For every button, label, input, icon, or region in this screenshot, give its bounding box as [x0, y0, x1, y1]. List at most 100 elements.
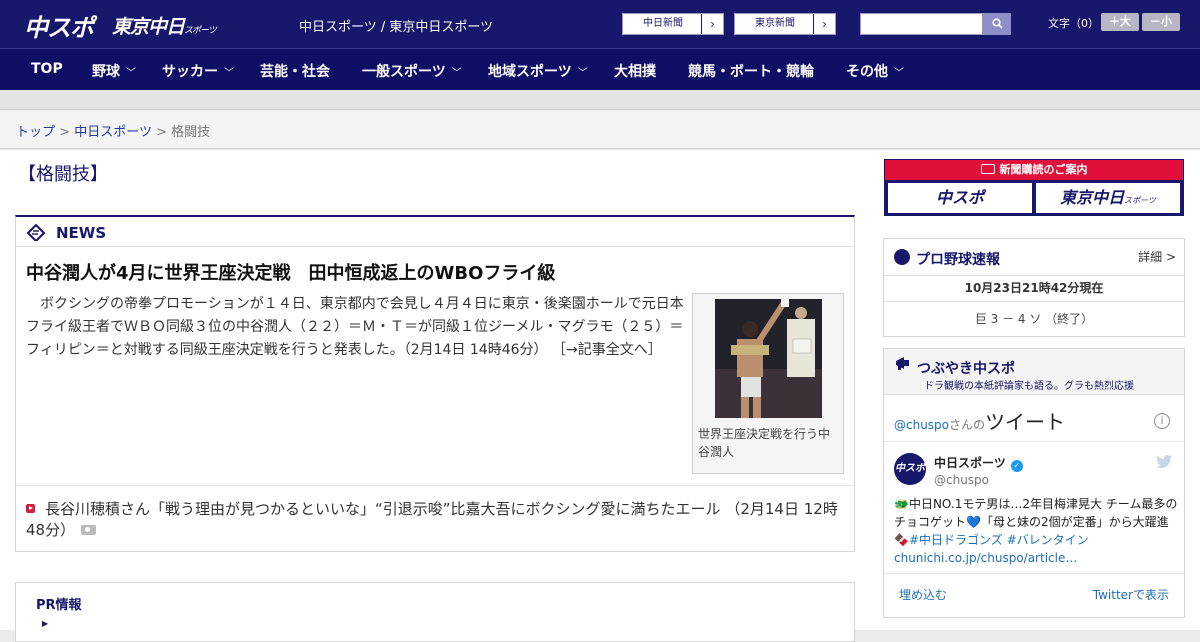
- twitter-subtitle: ドラ観戦の本紙評論家も語る。グラも熱烈応援: [924, 381, 1134, 392]
- tweet-url[interactable]: chunichi.co.jp/chuspo/article…: [894, 551, 1077, 565]
- triangle-right-icon: ▶: [42, 619, 49, 628]
- breadcrumb: トップ > 中日スポーツ > 格闘技: [16, 121, 210, 140]
- baseball-icon: [894, 249, 910, 265]
- nav-label: 芸能・社会: [260, 64, 330, 80]
- handle-suffix: さんの: [949, 418, 986, 432]
- article-photo[interactable]: [715, 299, 822, 418]
- chevron-down-icon: ﹀: [451, 68, 462, 79]
- search-input[interactable]: [860, 13, 983, 35]
- related-article-text: 長谷川穂積さん「戦う理由が見つかるといいな」“引退示唆”比嘉大吾にボクシング愛に…: [45, 500, 721, 518]
- divider: [16, 485, 854, 486]
- nav-label: 大相撲: [614, 64, 656, 80]
- chuspo-logo[interactable]: 中スポ: [24, 8, 94, 43]
- related-article[interactable]: 長谷川穂積さん「戦う理由が見つかるといいな」“引退示唆”比嘉大吾にボクシング愛に…: [26, 499, 846, 541]
- nav-sumo[interactable]: 大相撲: [614, 61, 656, 81]
- twitter-widget: つぶやき中スポ ドラ観戦の本紙評論家も語る。グラも熱烈応援 @chuspoさんの…: [883, 348, 1185, 618]
- bird-shape: [1156, 455, 1172, 468]
- article-title[interactable]: 中谷潤人が4月に世界王座決定戦 田中恒成返上のWBOフライ級: [26, 259, 555, 285]
- chevron-down-icon: ﹀: [577, 68, 588, 79]
- news-header: NEWS: [16, 217, 854, 247]
- breadcrumb-chunichi-sports[interactable]: 中日スポーツ: [74, 125, 152, 140]
- view-on-twitter-link[interactable]: Twitterで表示: [1093, 586, 1169, 603]
- subscribe-chuspo-button[interactable]: 中スポ: [888, 183, 1032, 213]
- twitter-header: つぶやき中スポ ドラ観戦の本紙評論家も語る。グラも熱烈応援: [884, 349, 1184, 395]
- baseball-header: プロ野球速報 詳細 >: [884, 239, 1184, 276]
- divider: [884, 301, 1184, 302]
- avatar[interactable]: 中スポ: [894, 453, 926, 485]
- nav-other[interactable]: その他 ﹀: [846, 61, 904, 81]
- nav-top[interactable]: TOP: [31, 61, 63, 77]
- nav-label: TOP: [31, 61, 63, 77]
- subscription-header-text: 新聞購読のご案内: [999, 163, 1088, 176]
- tokyo-shimbun-button[interactable]: 東京新聞 ›: [734, 13, 836, 35]
- play-bullet-icon: [26, 504, 35, 513]
- breadcrumb-separator: >: [59, 125, 71, 140]
- subscribe-tokyo-small: スポーツ: [1124, 196, 1156, 205]
- pr-title: PR情報: [36, 598, 82, 613]
- embed-link[interactable]: 埋め込む: [899, 586, 947, 603]
- baseball-score-widget: プロ野球速報 詳細 > 10月23日21時42分現在 巨 3 － 4 ソ （終了…: [883, 238, 1185, 337]
- font-larger-button[interactable]: ＋大: [1101, 13, 1139, 31]
- newspaper-icon: [26, 223, 46, 241]
- news-label: NEWS: [56, 224, 107, 242]
- nav-entertainment[interactable]: 芸能・社会: [260, 61, 330, 81]
- chevron-down-icon: ﹀: [894, 68, 904, 79]
- font-smaller-button[interactable]: －小: [1142, 13, 1180, 31]
- chevron-down-icon: ﹀: [126, 68, 136, 79]
- twitter-title: つぶやき中スポ: [917, 361, 1015, 377]
- nav-racing[interactable]: 競馬・ボート・競輪: [688, 61, 814, 81]
- verified-badge-icon: ✓: [1010, 460, 1023, 472]
- subscription-banner[interactable]: 新聞購読のご案内 中スポ 東京中日スポーツ: [884, 159, 1184, 216]
- nav-label: サッカー: [162, 64, 218, 80]
- nav-label: その他: [846, 64, 888, 80]
- subscribe-tokyo-text: 東京中日: [1060, 188, 1125, 207]
- photo-box: 世界王座決定戦を行う中谷潤人: [692, 293, 844, 474]
- nav-general-sports[interactable]: 一般スポーツ ﹀: [362, 61, 462, 81]
- camera-icon: [81, 525, 97, 535]
- tweet-text: 🐲中日NO.1モテ男は…2年目梅津晃大 チーム最多のチョコゲット💙「母と妹の2個…: [894, 495, 1178, 567]
- chevron-right-icon: ›: [813, 14, 835, 34]
- tweets-title: ツイート: [985, 410, 1066, 434]
- chunichi-shimbun-button[interactable]: 中日新聞 ›: [622, 13, 724, 35]
- font-size-label: 文字（0）: [1048, 17, 1099, 30]
- boxer-photo-image: [715, 299, 822, 418]
- baseball-timestamp: 10月23日21時42分現在: [964, 281, 1104, 295]
- nav-soccer[interactable]: サッカー ﹀: [162, 61, 234, 81]
- account-name[interactable]: 中日スポーツ ✓: [934, 454, 1023, 472]
- tokyo-chunichi-logo[interactable]: 東京中日スポーツ: [112, 12, 217, 39]
- breadcrumb-top[interactable]: トップ: [16, 125, 55, 140]
- read-full-article-link[interactable]: ［→記事全文へ］: [552, 342, 662, 358]
- nav-baseball[interactable]: 野球 ﹀: [92, 61, 136, 81]
- site-names: 中日スポーツ / 東京中日スポーツ: [299, 20, 494, 35]
- megaphone-icon: [896, 357, 909, 370]
- divider: [884, 441, 1184, 442]
- tokyo-logo-text: 東京中日: [112, 16, 185, 38]
- chevron-down-icon: ﹀: [224, 68, 234, 79]
- account-handle[interactable]: @chuspo: [934, 473, 989, 487]
- article-body: ボクシングの帝拳プロモーションが１４日、東京都内で会見し４月４日に東京・後楽園ホ…: [26, 293, 686, 362]
- search-button[interactable]: [983, 13, 1011, 35]
- account-name-text: 中日スポーツ: [934, 456, 1006, 470]
- baseball-detail-link[interactable]: 詳細 >: [1138, 248, 1176, 265]
- chevron-right-icon: ›: [701, 14, 723, 34]
- nav-label: 野球: [92, 64, 120, 80]
- nav-label: 一般スポーツ: [362, 64, 446, 80]
- twitter-bird-icon[interactable]: [1156, 455, 1172, 472]
- gray-strip: [0, 90, 1200, 110]
- subscribe-tokyo-button[interactable]: 東京中日スポーツ: [1036, 183, 1180, 213]
- info-icon[interactable]: i: [1154, 413, 1170, 429]
- tokyo-logo-small: スポーツ: [184, 26, 217, 36]
- subscription-header: 新聞購読のご案内: [885, 160, 1183, 180]
- baseball-title: プロ野球速報: [916, 252, 1000, 268]
- nav-regional-sports[interactable]: 地域スポーツ ﹀: [488, 61, 588, 81]
- baseball-score[interactable]: 巨 3 － 4 ソ （終了）: [884, 310, 1184, 327]
- top-header: 中スポ 東京中日スポーツ 中日スポーツ / 東京中日スポーツ 中日新聞 › 東京…: [0, 0, 1200, 48]
- photo-caption: 世界王座決定戦を行う中谷潤人: [698, 427, 831, 459]
- twitter-handle-link[interactable]: @chuspo: [894, 418, 949, 432]
- pr-box: PR情報 ▶: [15, 582, 855, 642]
- nav-label: 競馬・ボート・競輪: [688, 64, 814, 80]
- breadcrumb-current: 格闘技: [171, 125, 211, 140]
- tweet-hashtags[interactable]: #中日ドラゴンズ #バレンタイン: [909, 533, 1089, 547]
- newspaper-small-icon: [980, 164, 995, 174]
- tweets-headline: @chuspoさんのツイート: [894, 406, 1065, 435]
